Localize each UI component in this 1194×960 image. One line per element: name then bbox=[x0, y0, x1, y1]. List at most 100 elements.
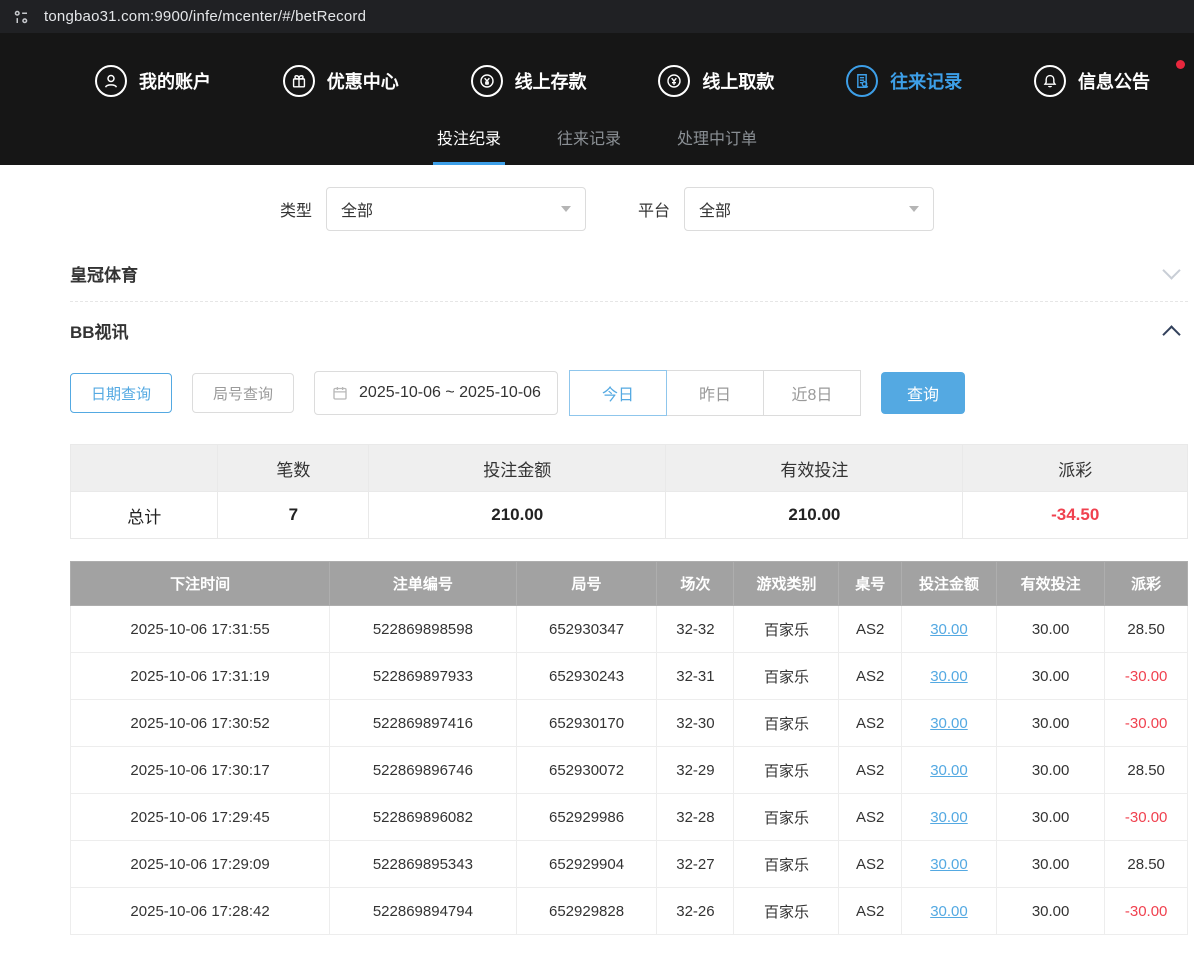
cell-bet-amount: 30.00 bbox=[902, 841, 997, 888]
cell-bet-time: 2025-10-06 17:30:52 bbox=[71, 700, 330, 747]
cell-valid-bet: 30.00 bbox=[996, 888, 1104, 935]
type-select[interactable]: 全部 bbox=[326, 187, 586, 231]
cell-bet-amount: 30.00 bbox=[902, 700, 997, 747]
cell-table-no: AS2 bbox=[839, 841, 902, 888]
nav-item-announcements[interactable]: 信息公告 bbox=[1034, 65, 1150, 97]
cell-game-type: 百家乐 bbox=[734, 841, 839, 888]
type-filter-group: 类型 全部 bbox=[280, 187, 586, 231]
cell-valid-bet: 30.00 bbox=[996, 700, 1104, 747]
bet-amount-link[interactable]: 30.00 bbox=[930, 809, 968, 826]
header-bet-amount: 投注金额 bbox=[902, 562, 997, 606]
cell-session: 32-26 bbox=[657, 888, 734, 935]
site-settings-icon[interactable] bbox=[12, 8, 30, 26]
summary-count-value: 7 bbox=[218, 492, 369, 539]
sub-tabs: 投注纪录 往来记录 处理中订单 bbox=[0, 107, 1194, 165]
summary-amount-value: 210.00 bbox=[369, 492, 666, 539]
cell-session: 32-31 bbox=[657, 653, 734, 700]
section-bb-video[interactable]: BB视讯 bbox=[70, 302, 1188, 358]
user-icon bbox=[95, 65, 127, 97]
summary-table: 笔数 投注金额 有效投注 派彩 总计 7 210.00 210.00 -34.5… bbox=[70, 444, 1188, 539]
bet-amount-link[interactable]: 30.00 bbox=[930, 668, 968, 685]
filter-row: 类型 全部 平台 全部 bbox=[280, 187, 1188, 231]
nav-item-online-withdraw[interactable]: 线上取款 bbox=[658, 65, 774, 97]
header-bet-time: 下注时间 bbox=[71, 562, 330, 606]
header-game-type: 游戏类别 bbox=[734, 562, 839, 606]
cell-table-no: AS2 bbox=[839, 606, 902, 653]
cell-bet-amount: 30.00 bbox=[902, 653, 997, 700]
deposit-coin-icon bbox=[471, 65, 503, 97]
section-title: 皇冠体育 bbox=[70, 261, 138, 286]
bet-amount-link[interactable]: 30.00 bbox=[930, 762, 968, 779]
platform-select[interactable]: 全部 bbox=[684, 187, 934, 231]
cell-payout: -30.00 bbox=[1105, 794, 1188, 841]
summary-valid-value: 210.00 bbox=[666, 492, 963, 539]
platform-filter-group: 平台 全部 bbox=[638, 187, 934, 231]
cell-payout: -30.00 bbox=[1105, 653, 1188, 700]
nav-item-online-deposit[interactable]: 线上存款 bbox=[471, 65, 587, 97]
bet-amount-link[interactable]: 30.00 bbox=[930, 715, 968, 732]
date-query-button[interactable]: 日期查询 bbox=[70, 373, 172, 413]
nav-item-my-account[interactable]: 我的账户 bbox=[95, 65, 211, 97]
yesterday-button[interactable]: 昨日 bbox=[666, 370, 764, 416]
tab-transaction-records[interactable]: 往来记录 bbox=[553, 125, 625, 165]
cell-bet-id: 522869897416 bbox=[330, 700, 517, 747]
nav-item-records[interactable]: 往来记录 bbox=[846, 65, 962, 97]
gift-icon bbox=[283, 65, 315, 97]
bet-amount-link[interactable]: 30.00 bbox=[930, 903, 968, 920]
bet-amount-link[interactable]: 30.00 bbox=[930, 621, 968, 638]
header-session: 场次 bbox=[657, 562, 734, 606]
cell-bet-amount: 30.00 bbox=[902, 747, 997, 794]
cell-session: 32-29 bbox=[657, 747, 734, 794]
cell-bet-id: 522869894794 bbox=[330, 888, 517, 935]
section-crown-sports[interactable]: 皇冠体育 bbox=[70, 245, 1188, 301]
cell-payout: 28.50 bbox=[1105, 747, 1188, 794]
summary-total-label: 总计 bbox=[71, 492, 218, 539]
cell-round: 652930243 bbox=[516, 653, 657, 700]
header-payout: 派彩 bbox=[1105, 562, 1188, 606]
url-text[interactable]: tongbao31.com:9900/infe/mcenter/#/betRec… bbox=[44, 8, 366, 25]
tab-bet-records[interactable]: 投注纪录 bbox=[433, 125, 505, 165]
cell-game-type: 百家乐 bbox=[734, 700, 839, 747]
table-row: 2025-10-06 17:29:45 522869896082 6529299… bbox=[71, 794, 1188, 841]
header-round: 局号 bbox=[516, 562, 657, 606]
nav-label: 线上取款 bbox=[702, 68, 774, 94]
cell-bet-amount: 30.00 bbox=[902, 794, 997, 841]
cell-game-type: 百家乐 bbox=[734, 747, 839, 794]
tab-pending-orders[interactable]: 处理中订单 bbox=[673, 125, 761, 165]
cell-game-type: 百家乐 bbox=[734, 606, 839, 653]
today-button[interactable]: 今日 bbox=[569, 370, 667, 416]
nav-label: 线上存款 bbox=[515, 68, 587, 94]
table-row: 2025-10-06 17:29:09 522869895343 6529299… bbox=[71, 841, 1188, 888]
cell-round: 652929986 bbox=[516, 794, 657, 841]
summary-header-amount: 投注金额 bbox=[369, 445, 666, 492]
cell-bet-time: 2025-10-06 17:29:45 bbox=[71, 794, 330, 841]
cell-session: 32-27 bbox=[657, 841, 734, 888]
chevron-down-icon[interactable] bbox=[1162, 261, 1180, 279]
search-button[interactable]: 查询 bbox=[881, 372, 965, 414]
summary-header-valid: 有效投注 bbox=[666, 445, 963, 492]
platform-filter-label: 平台 bbox=[638, 197, 670, 221]
table-header-row: 下注时间 注单编号 局号 场次 游戏类别 桌号 投注金额 有效投注 派彩 bbox=[71, 562, 1188, 606]
nav-item-promo-center[interactable]: 优惠中心 bbox=[283, 65, 399, 97]
browser-url-bar[interactable]: tongbao31.com:9900/infe/mcenter/#/betRec… bbox=[0, 0, 1194, 33]
round-query-button[interactable]: 局号查询 bbox=[192, 373, 294, 413]
main-content: 类型 全部 平台 全部 皇冠体育 BB视讯 日期查询 局号查询 bbox=[70, 187, 1188, 935]
cell-game-type: 百家乐 bbox=[734, 653, 839, 700]
cell-payout: -30.00 bbox=[1105, 888, 1188, 935]
header-bet-id: 注单编号 bbox=[330, 562, 517, 606]
chevron-up-icon[interactable] bbox=[1162, 325, 1180, 343]
table-row: 2025-10-06 17:31:19 522869897933 6529302… bbox=[71, 653, 1188, 700]
cell-table-no: AS2 bbox=[839, 747, 902, 794]
date-range-picker[interactable]: 2025-10-06 ~ 2025-10-06 bbox=[314, 371, 558, 415]
cell-bet-id: 522869897933 bbox=[330, 653, 517, 700]
calendar-icon bbox=[331, 384, 349, 402]
nav-label: 优惠中心 bbox=[327, 68, 399, 94]
cell-bet-time: 2025-10-06 17:31:55 bbox=[71, 606, 330, 653]
summary-header-count: 笔数 bbox=[218, 445, 369, 492]
cell-valid-bet: 30.00 bbox=[996, 841, 1104, 888]
cell-valid-bet: 30.00 bbox=[996, 606, 1104, 653]
last-8-days-button[interactable]: 近8日 bbox=[763, 370, 861, 416]
main-nav: 我的账户 优惠中心 线上存款 线上取款 往来记录 bbox=[0, 55, 1194, 107]
cell-payout: 28.50 bbox=[1105, 606, 1188, 653]
bet-amount-link[interactable]: 30.00 bbox=[930, 856, 968, 873]
